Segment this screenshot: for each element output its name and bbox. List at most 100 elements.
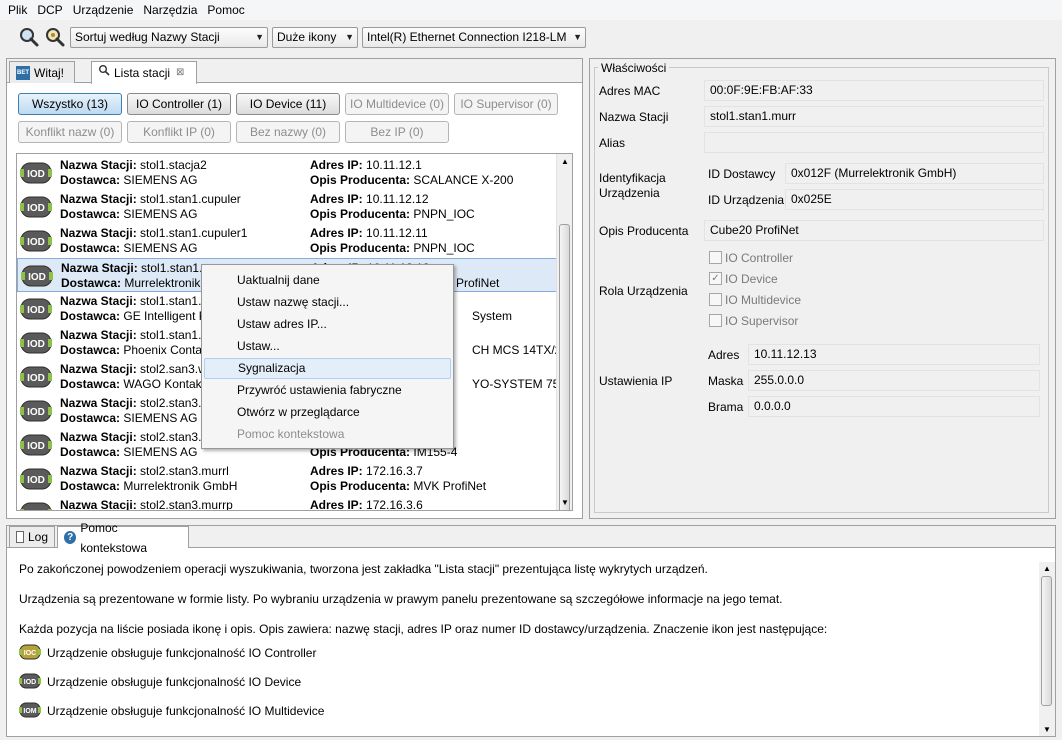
menu-narzedzia[interactable]: Narzędzia	[139, 0, 203, 20]
station-info: Nazwa Stacji: stol2.stan3.murrl Dostawca:…	[60, 464, 237, 494]
ctx-refresh-data[interactable]: Uaktualnij dane	[204, 270, 451, 291]
vendor-id-label: ID Dostawcy	[708, 167, 776, 181]
io-device-badge-text: IOD	[27, 475, 45, 486]
maker-desc-value: Cube20 ProfiNet	[704, 220, 1044, 241]
station-row[interactable]: IOD Nazwa Stacji: stol2.stan3.murrl Dostaw…	[17, 462, 557, 496]
station-name-label: Nazwa Stacji:	[60, 158, 137, 172]
filter-name-conflict-button[interactable]: Konflikt nazw (0)	[18, 121, 122, 143]
role-label: Rola Urządzenia	[599, 284, 688, 298]
io-device-icon: IOD	[20, 400, 52, 422]
filter-no-name-button[interactable]: Bez nazwy (0)	[236, 121, 340, 143]
station-network-info: Adres IP: 10.11.12.11 Opis Producenta: PN…	[310, 226, 475, 256]
io-device-badge-text: IOD	[27, 509, 45, 511]
identification-label-2: Urządzenia	[599, 186, 660, 200]
station-name-label: Nazwa Stacji:	[60, 464, 137, 478]
scroll-up-icon[interactable]: ▲	[561, 157, 569, 166]
badge-text: IOD	[24, 679, 36, 686]
filter-no-ip-button[interactable]: Bez IP (0)	[345, 121, 449, 143]
role-io-multidevice-checkbox	[709, 293, 722, 306]
station-name: stol2.stan3.murrp	[140, 498, 233, 511]
view-select[interactable]: Duże ikony ▼	[272, 27, 358, 48]
station-desc: MVK ProfiNet	[413, 479, 487, 493]
role-io-device-checkbox: ✓	[709, 272, 722, 285]
scroll-down-icon[interactable]: ▼	[1043, 725, 1051, 734]
station-name-label: Nazwa Stacji:	[61, 261, 138, 275]
vendor-label: Dostawca:	[60, 241, 121, 255]
ctx-set[interactable]: Ustaw...	[204, 336, 451, 357]
station-row[interactable]: IOD Nazwa Stacji: stol1.stan1.cupuler1 Dos…	[17, 224, 557, 258]
io-device-badge-text: IOD	[27, 339, 45, 350]
station-vendor: SIEMENS AG	[123, 411, 198, 425]
filter-io-device-button[interactable]: IO Device (11)	[236, 93, 340, 115]
tab-log[interactable]: Log	[9, 526, 55, 547]
station-network-info: Adres IP: 172.16.3.6	[310, 498, 423, 510]
station-name-label: Nazwa Stacji:	[60, 328, 137, 342]
sort-select-value: Sortuj według Nazwy Stacji	[75, 30, 220, 44]
mac-value: 00:0F:9E:FB:AF:33	[704, 80, 1044, 101]
search-settings-icon[interactable]	[44, 26, 66, 48]
station-row[interactable]: IOD Nazwa Stacji: stol2.stan3.murrpDostaw…	[17, 496, 557, 511]
chevron-down-icon: ▼	[345, 32, 354, 42]
station-name-label: Nazwa Stacji:	[60, 192, 137, 206]
tab-welcome[interactable]: BET Witaj!	[9, 61, 75, 83]
io-device-icon: IOD	[20, 230, 52, 252]
role-io-supervisor-label: IO Supervisor	[725, 314, 799, 328]
ctx-set-station-name[interactable]: Ustaw nazwę stacji...	[204, 292, 451, 313]
menu-bar: Plik DCP Urządzenie Narzędzia Pomoc	[0, 0, 1062, 20]
scrollbar-thumb[interactable]	[1041, 576, 1052, 706]
sort-select[interactable]: Sortuj według Nazwy Stacji ▼	[70, 27, 268, 48]
station-list-scrollbar[interactable]: ▲ ▼	[556, 154, 572, 510]
scroll-up-icon[interactable]: ▲	[1043, 564, 1051, 573]
filter-io-controller-button[interactable]: IO Controller (1)	[127, 93, 231, 115]
vendor-label: Dostawca:	[60, 445, 121, 459]
help-icon: ?	[64, 531, 77, 544]
menu-dcp[interactable]: DCP	[33, 0, 68, 20]
io-device-badge-text: IOD	[27, 373, 45, 384]
io-device-badge-text: IOD	[27, 169, 45, 180]
station-name-label: Nazwa Stacji:	[60, 498, 137, 511]
help-legend-item: IOC Urządzenie obsługuje funkcjonalność I…	[19, 644, 316, 664]
vendor-label: Dostawca:	[60, 173, 121, 187]
vendor-label: Dostawca:	[60, 343, 121, 357]
iod-icon: IOD	[19, 673, 41, 693]
station-vendor: SIEMENS AG	[123, 241, 198, 255]
io-device-badge-text: IOD	[27, 203, 45, 214]
filter-io-supervisor-button[interactable]: IO Supervisor (0)	[454, 93, 558, 115]
station-desc: SCALANCE X-200	[413, 173, 514, 187]
scrollbar-thumb[interactable]	[559, 224, 570, 510]
ctx-signalization[interactable]: Sygnalizacja	[204, 358, 451, 379]
station-vendor: Murrelektronik G	[124, 276, 214, 290]
filter-all-button[interactable]: Wszystko (13)	[18, 93, 122, 115]
station-vendor: SIEMENS AG	[123, 207, 198, 221]
station-network-info: Adres IP: 172.16.3.7 Opis Producenta: MVK…	[310, 464, 486, 494]
tab-context-help[interactable]: ? Pomoc kontekstowa	[57, 521, 189, 555]
close-icon[interactable]: ⊠	[176, 63, 184, 83]
filter-ip-conflict-button[interactable]: Konflikt IP (0)	[127, 121, 231, 143]
address-label: Adres	[708, 348, 740, 362]
menu-plik[interactable]: Plik	[4, 0, 33, 20]
ctx-set-ip-address[interactable]: Ustaw adres IP...	[204, 314, 451, 335]
station-info: Nazwa Stacji: stol1.stan1.cupuler Dostawc…	[60, 192, 241, 222]
badge-text: IOC	[24, 650, 36, 657]
menu-pomoc[interactable]: Pomoc	[203, 0, 250, 20]
desc-label: Opis Producenta:	[310, 173, 411, 187]
adapter-select[interactable]: Intel(R) Ethernet Connection I218-LM ▼	[362, 27, 586, 48]
station-name-value: stol1.stan1.murr	[704, 106, 1044, 127]
search-icon[interactable]	[18, 26, 40, 48]
io-device-icon: IOD	[20, 434, 52, 456]
station-network-info: System	[472, 294, 512, 324]
io-device-icon: IOD	[20, 332, 52, 354]
help-scrollbar[interactable]: ▲ ▼	[1039, 562, 1055, 736]
io-device-icon: IOD	[20, 298, 52, 320]
filter-io-multidevice-button[interactable]: IO Multidevice (0)	[345, 93, 449, 115]
station-row[interactable]: IOD Nazwa Stacji: stol1.stacja2 Dostawca: …	[17, 156, 557, 190]
station-ip: 10.11.12.12	[366, 192, 429, 206]
tab-station-list[interactable]: Lista stacji ⊠	[91, 61, 197, 84]
scroll-down-icon[interactable]: ▼	[561, 498, 569, 507]
menu-urzadzenie[interactable]: Urządzenie	[69, 0, 140, 20]
ctx-open-in-browser[interactable]: Otwórz w przeglądarce	[204, 402, 451, 423]
station-row[interactable]: IOD Nazwa Stacji: stol1.stan1.cupuler Dost…	[17, 190, 557, 224]
io-device-badge-text: IOD	[27, 407, 45, 418]
chevron-down-icon: ▼	[573, 32, 582, 42]
ctx-factory-reset[interactable]: Przywróć ustawienia fabryczne	[204, 380, 451, 401]
